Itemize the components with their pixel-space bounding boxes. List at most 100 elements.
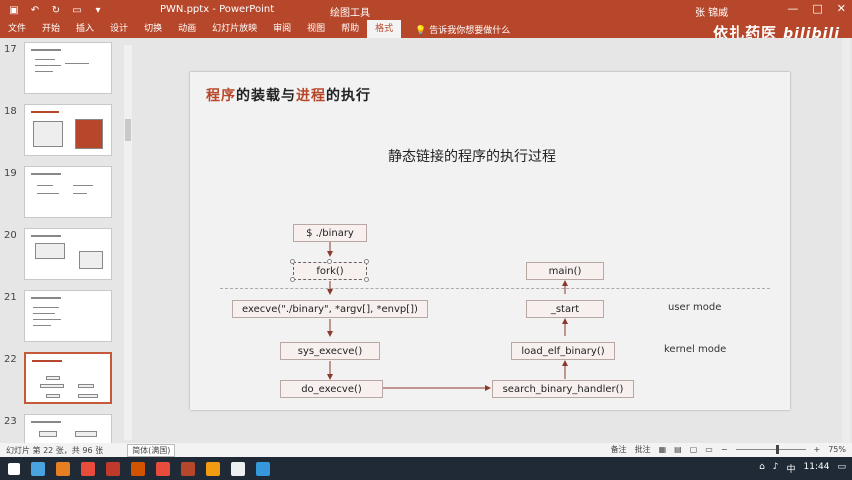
node-load-elf-binary[interactable]: load_elf_binary() <box>511 342 615 360</box>
thumbnail-number: 23 <box>4 416 17 427</box>
node-sys-execve[interactable]: sys_execve() <box>280 342 380 360</box>
tell-me-search[interactable]: 💡 告诉我你想要做什么 <box>411 23 510 36</box>
thumbnail-slide-19[interactable]: 19 <box>0 166 125 228</box>
resize-handle[interactable] <box>364 277 369 282</box>
thumbnail-image-selected <box>24 352 112 404</box>
zoom-level[interactable]: 75% <box>828 445 846 454</box>
close-button[interactable]: ✕ <box>837 2 846 15</box>
node-main[interactable]: main() <box>526 262 604 280</box>
taskbar-app-icon[interactable] <box>131 461 145 476</box>
thumbnail-slide-23[interactable]: 23 <box>0 414 125 443</box>
node-search-binary-handler[interactable]: search_binary_handler() <box>492 380 634 398</box>
slide-thumbnail-pane: 17 18 19 20 21 22 23 <box>0 38 135 443</box>
window-controls: — □ ✕ <box>787 2 846 15</box>
user-mode-label[interactable]: user mode <box>668 302 721 313</box>
thumbnail-slide-21[interactable]: 21 <box>0 290 125 352</box>
thumbnail-slide-20[interactable]: 20 <box>0 228 125 290</box>
node-execve[interactable]: execve("./binary", *argv[], *envp[]) <box>232 300 428 318</box>
redo-icon[interactable]: ↻ <box>50 5 62 16</box>
node-binary[interactable]: $ ./binary <box>293 224 367 242</box>
thumbnail-number: 22 <box>4 354 17 365</box>
customize-qat-icon[interactable]: ▾ <box>92 5 104 16</box>
status-bar: 幻灯片 第 22 张，共 96 张 简体(满国) 备注 批注 ▦ ▤ ▢ ▭ −… <box>0 443 852 457</box>
slideshow-view-icon[interactable]: ▭ <box>705 445 713 454</box>
reading-view-icon[interactable]: ▢ <box>690 445 698 454</box>
save-icon[interactable]: ▣ <box>8 5 20 16</box>
title-bar: ▣ ↶ ↻ ▭ ▾ PWN.pptx - PowerPoint 绘图工具 张 锦… <box>0 0 852 20</box>
current-slide[interactable]: 程序的装载与进程的执行 静态链接的程序的执行过程 $ ./binary fork… <box>190 72 790 410</box>
node-do-execve[interactable]: do_execve() <box>280 380 383 398</box>
taskbar-app-icon[interactable] <box>231 461 245 476</box>
resize-handle[interactable] <box>327 259 332 264</box>
node-fork[interactable]: fork() <box>293 262 367 280</box>
taskbar-app-icon[interactable] <box>106 461 120 476</box>
resize-handle[interactable] <box>290 259 295 264</box>
taskbar-app-icon[interactable] <box>156 461 170 476</box>
lightbulb-icon: 💡 <box>415 25 427 36</box>
tab-help[interactable]: 帮助 <box>333 20 367 38</box>
tab-file[interactable]: 文件 <box>0 20 34 38</box>
input-language[interactable]: 中 <box>787 462 796 475</box>
tab-animations[interactable]: 动画 <box>170 20 204 38</box>
thumbnail-scrollbar[interactable] <box>124 45 132 440</box>
notes-button[interactable]: 备注 <box>611 444 627 455</box>
tab-design[interactable]: 设计 <box>102 20 136 38</box>
thumbnail-slide-18[interactable]: 18 <box>0 104 125 166</box>
taskbar-app-icon[interactable] <box>206 461 220 476</box>
volume-icon[interactable]: ♪ <box>773 462 779 475</box>
thumbnail-image <box>24 42 112 94</box>
tab-insert[interactable]: 插入 <box>68 20 102 38</box>
clock[interactable]: 11:44 <box>804 462 830 475</box>
thumbnail-slide-17[interactable]: 17 <box>0 42 125 104</box>
undo-icon[interactable]: ↶ <box>29 5 41 16</box>
maximize-button[interactable]: □ <box>812 2 822 15</box>
thumbnail-number: 21 <box>4 292 17 303</box>
tab-slideshow[interactable]: 幻灯片放映 <box>204 20 265 38</box>
taskbar-app-icon[interactable] <box>56 461 70 476</box>
zoom-slider-thumb[interactable] <box>775 445 779 454</box>
start-from-beginning-icon[interactable]: ▭ <box>71 5 83 16</box>
thumbnail-number: 19 <box>4 168 17 179</box>
tab-home[interactable]: 开始 <box>34 20 68 38</box>
thumbnail-image <box>24 166 112 218</box>
thumbnail-image <box>24 290 112 342</box>
taskbar-app-icon[interactable] <box>31 461 45 476</box>
network-icon[interactable]: ⌂ <box>759 462 765 475</box>
powerpoint-taskbar-icon[interactable] <box>181 461 195 476</box>
comments-button[interactable]: 批注 <box>635 444 651 455</box>
start-button-icon[interactable] <box>8 462 20 475</box>
thumbnail-slide-22[interactable]: 22 <box>0 352 125 414</box>
kernel-mode-label[interactable]: kernel mode <box>664 344 726 355</box>
thumbnail-image <box>24 228 112 280</box>
taskbar-app-icon[interactable] <box>256 461 270 476</box>
normal-view-icon[interactable]: ▦ <box>659 445 667 454</box>
windows-taskbar: ⌂ ♪ 中 11:44 ▭ <box>0 457 852 480</box>
zoom-in-icon[interactable]: + <box>814 445 821 454</box>
editor-scrollbar[interactable] <box>842 38 850 443</box>
resize-handle[interactable] <box>290 277 295 282</box>
taskbar-app-icon[interactable] <box>81 461 95 476</box>
notification-icon[interactable]: ▭ <box>837 462 846 475</box>
user-name[interactable]: 张 锦威 <box>695 4 728 19</box>
status-right: 备注 批注 ▦ ▤ ▢ ▭ − + 75% <box>611 444 846 455</box>
tab-view[interactable]: 视图 <box>299 20 333 38</box>
sorter-view-icon[interactable]: ▤ <box>674 445 682 454</box>
thumbnail-number: 17 <box>4 44 17 55</box>
quick-access-toolbar: ▣ ↶ ↻ ▭ ▾ <box>0 5 104 16</box>
zoom-out-icon[interactable]: − <box>721 445 728 454</box>
zoom-slider[interactable] <box>735 445 806 454</box>
thumbnail-image <box>24 414 112 443</box>
thumbnail-number: 18 <box>4 106 17 117</box>
resize-handle[interactable] <box>364 259 369 264</box>
minimize-button[interactable]: — <box>787 2 798 15</box>
tab-transitions[interactable]: 切换 <box>136 20 170 38</box>
node-start[interactable]: _start <box>526 300 604 318</box>
mode-divider <box>220 288 770 289</box>
slide-editor: 程序的装载与进程的执行 静态链接的程序的执行过程 $ ./binary fork… <box>135 38 852 443</box>
scrollbar-thumb[interactable] <box>125 119 131 141</box>
system-tray: ⌂ ♪ 中 11:44 ▭ <box>759 462 846 475</box>
tab-review[interactable]: 审阅 <box>265 20 299 38</box>
tab-format[interactable]: 格式 <box>367 20 402 38</box>
language-indicator[interactable]: 简体(满国) <box>127 443 176 457</box>
tell-me-label: 告诉我你想要做什么 <box>429 25 511 36</box>
